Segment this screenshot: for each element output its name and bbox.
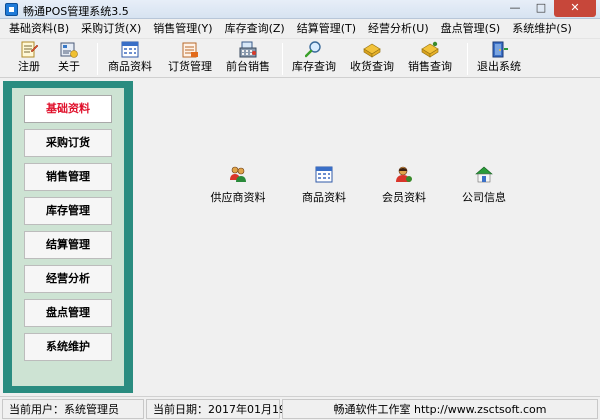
product-info-icon [315, 166, 333, 183]
product-info-label: 商品资料 [302, 191, 346, 204]
exit-door-icon [492, 41, 508, 58]
sidebar-item-purchase-order[interactable]: 采购订货 [24, 129, 112, 157]
status-current-user: 当前用户：系统管理员 [2, 399, 144, 419]
about-button[interactable]: 关于 [55, 41, 83, 77]
maximize-button[interactable]: □ [528, 0, 554, 17]
sidebar-item-sales-management[interactable]: 销售管理 [24, 163, 112, 191]
toolbar-separator [97, 43, 98, 75]
member-info-shortcut[interactable]: 会员资料 [382, 166, 426, 205]
supplier-info-label: 供应商资料 [210, 191, 266, 204]
main-content: 基础资料 采购订货 销售管理 库存管理 结算管理 经营分析 盘点管理 系统维护 … [0, 78, 600, 396]
menu-stock-query[interactable]: 库存查询(Z) [219, 19, 291, 38]
menu-sales-management[interactable]: 销售管理(Y) [147, 19, 218, 38]
sidebar-item-settlement[interactable]: 结算管理 [24, 231, 112, 259]
product-info-label: 商品资料 [108, 60, 152, 73]
supplier-info-shortcut[interactable]: 供应商资料 [208, 166, 268, 205]
toolbar-separator [467, 43, 468, 75]
front-sales-label: 前台销售 [226, 60, 270, 73]
sales-query-button[interactable]: 销售查询 [408, 41, 452, 77]
about-icon [60, 42, 78, 58]
cash-register-icon [239, 41, 257, 58]
magnifier-icon [305, 41, 321, 58]
menu-inventory-count[interactable]: 盘点管理(S) [435, 19, 507, 38]
sidebar-item-inventory-count[interactable]: 盘点管理 [24, 299, 112, 327]
sidebar-panel: 基础资料 采购订货 销售管理 库存管理 结算管理 经营分析 盘点管理 系统维护 [12, 88, 124, 386]
status-bar: 当前用户：系统管理员 当前日期：2017年01月19日 畅通软件工作室 http… [0, 396, 600, 420]
receipt-query-label: 收货查询 [350, 60, 394, 73]
close-button[interactable]: ✕ [554, 0, 596, 17]
house-icon [475, 166, 493, 183]
stock-query-button[interactable]: 库存查询 [292, 41, 336, 77]
product-info-shortcut[interactable]: 商品资料 [302, 166, 346, 205]
order-management-label: 订货管理 [168, 60, 212, 73]
title-bar: 畅通POS管理系统3.5 — □ ✕ [0, 0, 600, 19]
sidebar-item-system-maintenance[interactable]: 系统维护 [24, 333, 112, 361]
product-info-icon [121, 41, 139, 58]
member-person-icon [396, 166, 412, 182]
sales-query-label: 销售查询 [408, 60, 452, 73]
order-management-button[interactable]: 订货管理 [168, 41, 212, 77]
sales-query-icon [421, 41, 439, 58]
app-icon [5, 3, 18, 16]
toolbar-separator [282, 43, 283, 75]
stock-query-label: 库存查询 [292, 60, 336, 73]
member-info-label: 会员资料 [382, 191, 426, 204]
register-button[interactable]: 注册 [15, 41, 43, 77]
status-studio-info: 畅通软件工作室 http://www.zsctsoft.com [282, 399, 598, 419]
register-label: 注册 [18, 60, 40, 73]
menu-purchase-order[interactable]: 采购订货(X) [75, 19, 147, 38]
company-info-shortcut[interactable]: 公司信息 [462, 166, 506, 205]
order-management-icon [182, 42, 198, 58]
sidebar-item-business-analysis[interactable]: 经营分析 [24, 265, 112, 293]
receipt-query-button[interactable]: 收货查询 [350, 41, 394, 77]
sidebar-item-basic-data[interactable]: 基础资料 [24, 95, 112, 123]
minimize-button[interactable]: — [502, 0, 528, 17]
menu-bar: 基础资料(B) 采购订货(X) 销售管理(Y) 库存查询(Z) 结算管理(T) … [0, 19, 600, 38]
menu-system-maintenance[interactable]: 系统维护(S) [506, 19, 578, 38]
window-controls: — □ ✕ [502, 0, 596, 18]
sidebar: 基础资料 采购订货 销售管理 库存管理 结算管理 经营分析 盘点管理 系统维护 [3, 81, 133, 393]
front-sales-button[interactable]: 前台销售 [226, 41, 270, 77]
company-info-label: 公司信息 [462, 191, 506, 204]
menu-settlement[interactable]: 结算管理(T) [291, 19, 362, 38]
menu-basic-data[interactable]: 基础资料(B) [3, 19, 75, 38]
sidebar-item-stock-management[interactable]: 库存管理 [24, 197, 112, 225]
product-info-button[interactable]: 商品资料 [108, 41, 152, 77]
toolbar: 注册 关于 商品资料 订货管理 前台销售 库存查询 收货查询 销售查询 退出系统 [0, 38, 600, 78]
window-title: 畅通POS管理系统3.5 [23, 5, 129, 18]
status-current-date: 当前日期：2017年01月19日 [146, 399, 297, 419]
supplier-people-icon [230, 166, 246, 182]
exit-button[interactable]: 退出系统 [477, 41, 521, 77]
about-label: 关于 [58, 60, 80, 73]
receipt-query-icon [363, 43, 381, 58]
exit-label: 退出系统 [477, 60, 521, 73]
register-icon [21, 41, 38, 58]
menu-business-analysis[interactable]: 经营分析(U) [362, 19, 435, 38]
